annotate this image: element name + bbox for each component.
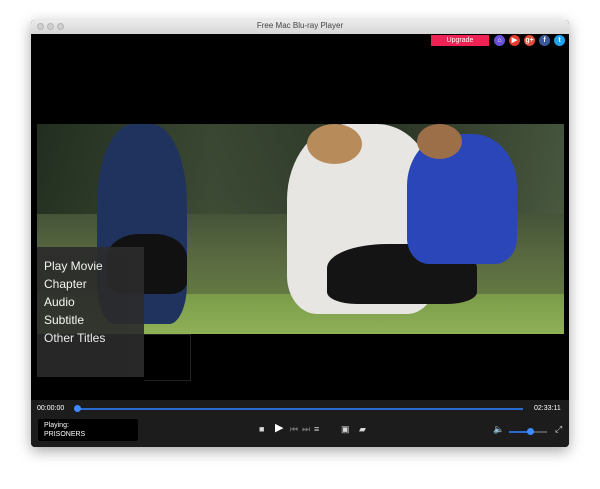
top-toolbar: Upgrade ⌂ ▶ g+ f t bbox=[31, 34, 569, 47]
home-icon[interactable]: ⌂ bbox=[494, 35, 505, 46]
upgrade-button[interactable]: Upgrade bbox=[431, 35, 489, 46]
play-icon[interactable]: ▶ bbox=[275, 423, 283, 434]
seek-bar[interactable] bbox=[77, 408, 523, 410]
fullscreen-icon[interactable]: ⤢ bbox=[555, 424, 562, 434]
menu-item-chapter[interactable]: Chapter bbox=[44, 277, 87, 291]
current-time: 00:00:00 bbox=[37, 405, 65, 412]
disc-menu: Play Movie Chapter Audio Subtitle Other … bbox=[37, 247, 144, 377]
video-area[interactable]: Play Movie Chapter Audio Subtitle Other … bbox=[31, 47, 569, 400]
open-folder-icon[interactable]: ▰ bbox=[359, 424, 366, 434]
seek-handle[interactable] bbox=[74, 405, 81, 412]
google-plus-icon[interactable]: g+ bbox=[524, 35, 535, 46]
control-bar: 00:00:00 02:33:11 Playing: PRISONERS ■ ▶… bbox=[31, 400, 569, 447]
youtube-icon[interactable]: ▶ bbox=[509, 35, 520, 46]
playing-label: Playing: bbox=[44, 422, 69, 429]
facebook-icon[interactable]: f bbox=[539, 35, 550, 46]
camera-snapshot-icon[interactable]: ▣ bbox=[341, 424, 350, 434]
menu-outline bbox=[144, 334, 191, 381]
stop-icon[interactable]: ■ bbox=[259, 424, 264, 434]
playlist-icon[interactable]: ≡ bbox=[314, 424, 319, 434]
playing-title: PRISONERS bbox=[44, 431, 86, 438]
menu-item-subtitle[interactable]: Subtitle bbox=[44, 313, 84, 327]
volume-icon[interactable]: 🔈 bbox=[493, 424, 504, 434]
volume-handle[interactable] bbox=[526, 428, 534, 435]
menu-item-other-titles[interactable]: Other Titles bbox=[44, 331, 105, 345]
player-window: Free Mac Blu-ray Player Upgrade ⌂ ▶ g+ f t P… bbox=[31, 20, 569, 447]
next-chapter-icon[interactable]: ⏭ bbox=[302, 424, 310, 434]
menu-item-audio[interactable]: Audio bbox=[44, 295, 75, 309]
menu-item-play-movie[interactable]: Play Movie bbox=[44, 259, 103, 273]
twitter-icon[interactable]: t bbox=[554, 35, 565, 46]
total-time: 02:33:11 bbox=[534, 405, 561, 412]
previous-chapter-icon[interactable]: ⏮ bbox=[290, 424, 298, 434]
window-title: Free Mac Blu-ray Player bbox=[256, 21, 344, 30]
title-bar[interactable]: Free Mac Blu-ray Player bbox=[31, 20, 569, 35]
now-playing-box: Playing: PRISONERS bbox=[38, 419, 138, 441]
